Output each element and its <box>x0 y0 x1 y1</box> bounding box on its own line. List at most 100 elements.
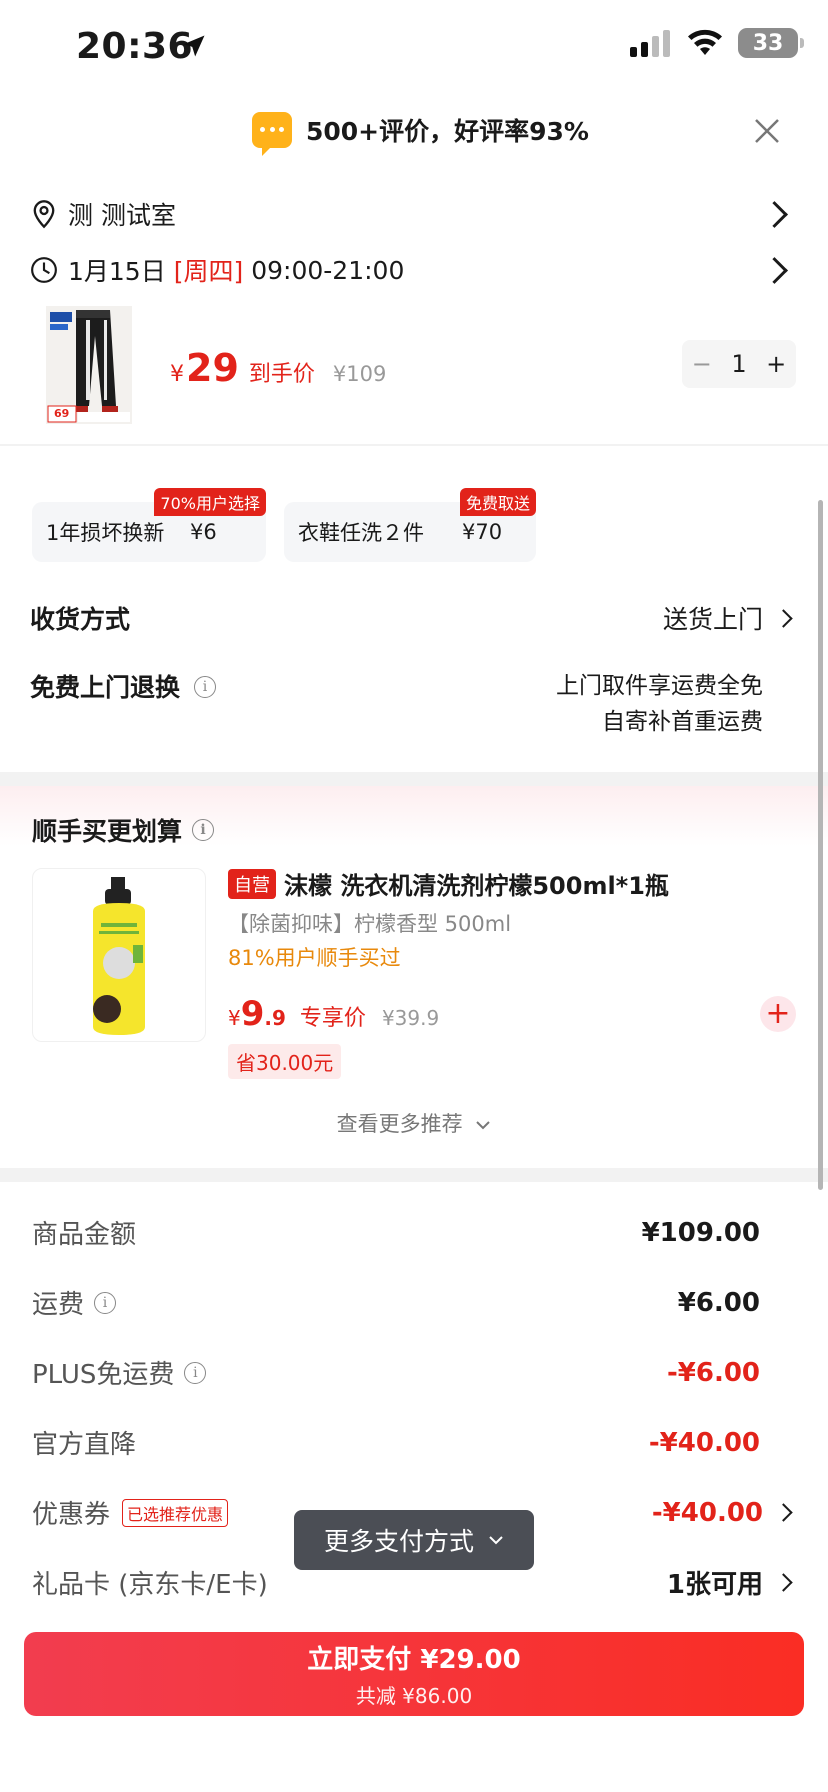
recommend-item-spec: 【除菌抑味】柠檬香型 500ml <box>228 912 512 936</box>
location-arrow-icon <box>183 35 205 57</box>
summary-value: -¥40.00 <box>651 1497 763 1528</box>
divider <box>0 444 828 446</box>
close-icon[interactable] <box>752 116 782 146</box>
chevron-right-icon <box>774 1573 793 1592</box>
summary-value: ¥109.00 <box>641 1217 760 1248</box>
more-recommend-link[interactable]: 查看更多推荐 <box>0 1108 828 1138</box>
summary-row-discount: 官方直降 -¥40.00 <box>32 1424 760 1461</box>
service-card-damage[interactable]: 1年损坏换新 ¥6 70%用户选择 <box>32 488 266 562</box>
self-operated-tag: 自营 <box>228 868 276 899</box>
address-row[interactable]: 测 测试室 <box>30 196 790 232</box>
summary-value: -¥6.00 <box>666 1357 760 1388</box>
comment-icon <box>252 112 292 156</box>
delivery-weekday: [周四] <box>173 257 244 286</box>
recommend-item-image[interactable] <box>32 868 206 1042</box>
summary-value: 1张可用 <box>666 1570 763 1600</box>
scrollbar[interactable] <box>818 500 823 1190</box>
recommend-item-price: ¥ 9 .9 专享价 ¥39.9 <box>228 994 439 1034</box>
summary-label: PLUS免运费 <box>32 1360 175 1390</box>
more-recommend-text: 查看更多推荐 <box>336 1112 463 1136</box>
summary-row-plus: PLUS免运费 i -¥6.00 <box>32 1354 760 1391</box>
price-int: 9 <box>240 994 265 1034</box>
increase-button[interactable]: + <box>766 350 786 378</box>
rating-toast: 500+评价，好评率93% <box>252 112 589 156</box>
summary-value: -¥40.00 <box>648 1427 760 1458</box>
pay-now-button[interactable]: 立即支付 ¥29.00 共减 ¥86.00 <box>24 1632 804 1716</box>
add-to-order-button[interactable]: + <box>760 996 796 1032</box>
return-desc: 上门取件享运费全免 自寄补首重运费 <box>556 668 763 740</box>
summary-row-goods: 商品金额 ¥109.00 <box>32 1214 760 1251</box>
chevron-right-icon <box>761 256 788 284</box>
decrease-button[interactable]: − <box>692 350 712 378</box>
info-icon[interactable]: i <box>192 819 215 841</box>
clock-icon <box>31 257 57 283</box>
save-tag: 省30.00元 <box>228 1044 342 1079</box>
chevron-right-icon <box>774 608 793 628</box>
wifi-icon <box>688 29 722 55</box>
chevron-down-icon <box>489 1536 503 1545</box>
pay-now-label: 立即支付 ¥29.00 <box>307 1645 521 1675</box>
info-icon[interactable]: i <box>94 1291 117 1314</box>
location-pin-icon <box>33 200 55 229</box>
recommend-item-title[interactable]: 自营 沫檬 洗衣机清洗剂柠檬500ml*1瓶 <box>228 866 669 901</box>
summary-row-shipping: 运费 i ¥6.00 <box>32 1284 760 1321</box>
delivery-date: 1月15日 <box>68 257 166 286</box>
product-price: ¥ 29 到手价 ¥109 <box>170 346 386 390</box>
recommend-title: 顺手买更划算 i <box>32 812 215 848</box>
service-price: ¥70 <box>462 520 503 544</box>
delivery-time-row[interactable]: 1月15日 [周四] 09:00-21:00 <box>30 252 790 288</box>
battery-icon: 33 <box>738 28 804 58</box>
service-name: 1年损坏换新 <box>46 521 165 545</box>
summary-label: 官方直降 <box>32 1430 137 1460</box>
shipping-value: 送货上门 <box>662 605 763 634</box>
product-image[interactable]: 69 <box>46 306 132 424</box>
summary-label: 礼品卡 (京东卡/E卡) <box>32 1570 268 1600</box>
recommend-item-name: 沫檬 洗衣机清洗剂柠檬500ml*1瓶 <box>284 872 669 900</box>
address-label: 测 测试室 <box>68 201 176 230</box>
service-card-laundry[interactable]: 衣鞋任洗２件 ¥70 免费取送 <box>284 488 536 562</box>
service-tag: 免费取送 <box>459 488 536 516</box>
return-line1: 上门取件享运费全免 <box>556 673 763 699</box>
price-symbol: ¥ <box>228 1006 241 1030</box>
summary-label: 优惠券 <box>32 1500 111 1530</box>
signal-icon <box>630 30 670 57</box>
pay-now-sub: 共减 ¥86.00 <box>355 1684 473 1708</box>
chevron-right-icon <box>774 1503 793 1522</box>
service-tag: 70%用户选择 <box>154 488 266 516</box>
price-label: 专享价 <box>299 1006 366 1031</box>
shipping-row[interactable]: 收货方式 送货上门 <box>30 600 793 636</box>
service-price: ¥6 <box>190 520 217 544</box>
more-payment-button[interactable]: 更多支付方式 <box>294 1510 534 1570</box>
recommend-item-hint: 81%用户顺手买过 <box>228 946 401 970</box>
status-time: 20:36 <box>76 26 194 67</box>
original-price: ¥109 <box>332 362 387 386</box>
delivery-hours: 09:00-21:00 <box>251 255 405 285</box>
price-symbol: ¥ <box>170 362 184 387</box>
detergent-bottle-image <box>93 877 145 1035</box>
quantity-stepper: − 1 + <box>682 340 796 388</box>
status-icons: 33 <box>630 28 804 58</box>
more-payment-label: 更多支付方式 <box>323 1527 474 1556</box>
chevron-down-icon <box>476 1121 491 1130</box>
chevron-right-icon <box>761 200 788 228</box>
summary-label: 商品金额 <box>32 1220 137 1250</box>
coupon-tag: 已选推荐优惠 <box>122 1498 229 1527</box>
rating-text: 500+评价，好评率93% <box>306 117 589 146</box>
return-label: 免费上门退换 <box>30 673 181 702</box>
price-dec: .9 <box>264 1006 286 1030</box>
recommend-title-text: 顺手买更划算 <box>32 817 183 846</box>
quantity-value: 1 <box>731 350 747 378</box>
price-value: 29 <box>186 346 239 390</box>
info-icon[interactable]: i <box>194 676 217 698</box>
product-image-badge: 69 <box>54 407 70 420</box>
price-label: 到手价 <box>248 362 315 387</box>
summary-label: 运费 <box>32 1290 85 1320</box>
return-line2: 自寄补首重运费 <box>602 709 763 735</box>
section-divider <box>0 772 828 786</box>
shipping-label: 收货方式 <box>30 605 131 634</box>
service-name: 衣鞋任洗２件 <box>298 521 424 545</box>
summary-value: ¥6.00 <box>677 1287 760 1318</box>
original-price: ¥39.9 <box>381 1006 440 1030</box>
info-icon[interactable]: i <box>184 1361 207 1384</box>
section-divider <box>0 1168 828 1182</box>
